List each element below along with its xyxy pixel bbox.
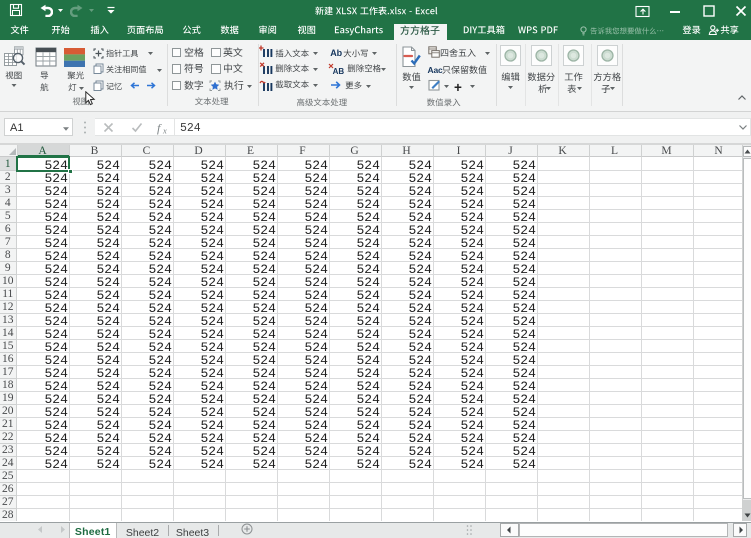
svg-text:x: x (162, 125, 167, 135)
svg-text:f: f (157, 121, 162, 135)
svg-text:AB: AB (333, 67, 345, 75)
